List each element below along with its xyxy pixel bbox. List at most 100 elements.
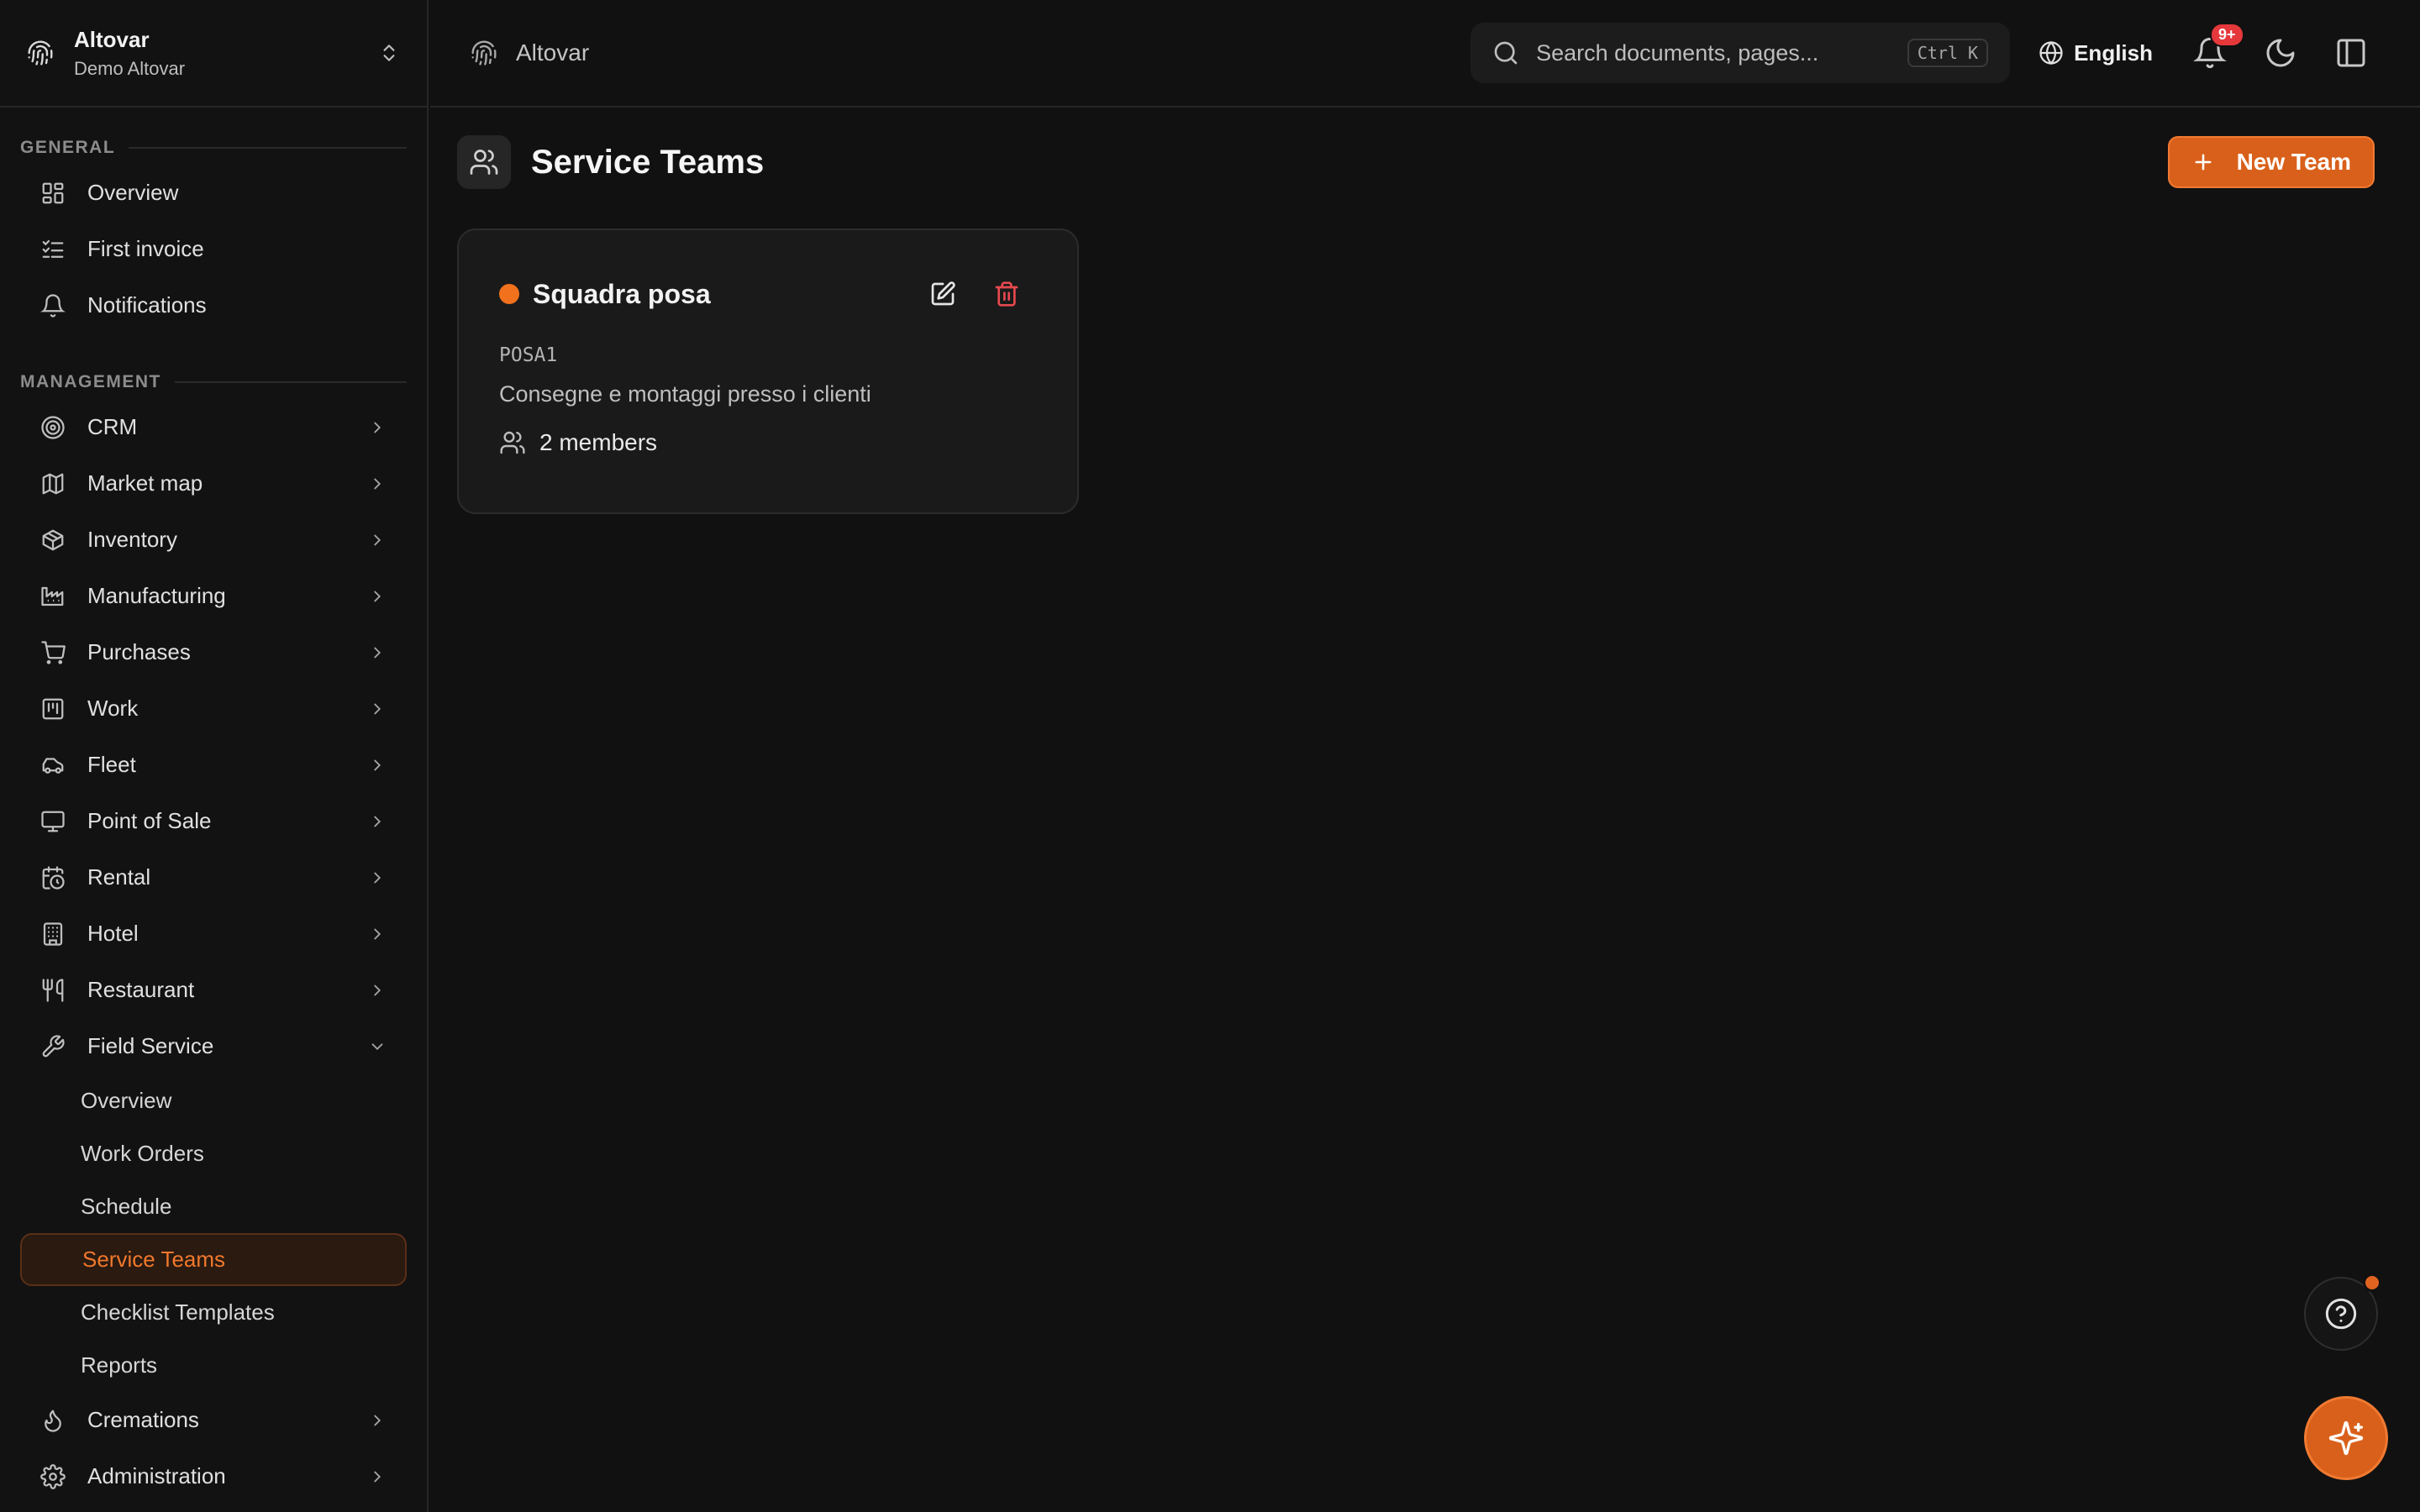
search-box[interactable]: Ctrl K [1470,23,2011,83]
notifications-button[interactable]: 9+ [2193,23,2244,70]
sidebar-item-inventory[interactable]: Inventory [20,512,407,568]
org-name: Altovar [74,26,150,52]
sidebar-item-purchases[interactable]: Purchases [20,624,407,680]
sidebar-item-work[interactable]: Work [20,680,407,737]
kanban-icon [40,696,66,722]
sidebar-item-label: Manufacturing [87,583,226,608]
section-divider [129,147,407,149]
team-code: POSA1 [499,344,558,366]
org-subtitle: Demo Altovar [74,57,186,79]
theme-toggle-button[interactable] [2264,36,2297,70]
sidebar-item-notifications[interactable]: Notifications [20,277,407,333]
utensils-icon [40,978,66,1003]
team-card[interactable]: Squadra posa POSA1 Consegne e montaggi p… [457,228,1079,514]
search-shortcut: Ctrl K [1907,39,1989,67]
sidebar-subitem-service-teams[interactable]: Service Teams [20,1233,407,1286]
sidebar-item-label: Inventory [87,527,177,552]
sidebar-item-cremations[interactable]: Cremations [20,1392,407,1448]
sidebar-item-label: First invoice [87,236,204,261]
cart-icon [40,640,66,665]
trash-icon[interactable] [993,281,1020,307]
sidebar-item-first-invoice[interactable]: First invoice [20,221,407,277]
team-description: Consegne e montaggi presso i clienti [499,381,871,407]
topbar: Altovar Ctrl K English 9+ [430,0,2420,108]
team-members: 2 members [499,429,1037,456]
chevron-right-icon [368,1411,387,1430]
sidebar-item-label: Fleet [87,752,136,777]
sidebar: Altovar Demo Altovar GENERAL Overview Fi… [0,0,429,1512]
checklist-icon [40,237,66,262]
sidebar-item-overview[interactable]: Overview [20,165,407,221]
plus-icon [2191,150,2215,174]
sidebar-item-fleet[interactable]: Fleet [20,737,407,793]
edit-icon[interactable] [929,281,956,307]
sidebar-item-label: Market map [87,470,203,496]
notification-badge: 9+ [2210,23,2244,47]
sidebar-subitem-work-orders[interactable]: Work Orders [20,1127,407,1180]
sidebar-item-label: Point of Sale [87,808,212,833]
search-input[interactable] [1536,39,1907,66]
target-icon [40,415,66,440]
chevron-right-icon [368,1467,387,1486]
flame-icon [40,1408,66,1433]
team-members-count: 2 members [539,429,658,455]
chevron-right-icon [368,756,387,774]
sidebar-item-label: CRM [87,414,138,439]
sidebar-subitem-checklist-templates[interactable]: Checklist Templates [20,1286,407,1339]
dashboard-icon [40,181,66,206]
sidebar-item-point-of-sale[interactable]: Point of Sale [20,793,407,849]
sidebar-panel-icon [2334,36,2368,70]
sidebar-item-label: Restaurant [87,977,195,1002]
sidebar-item-field-service[interactable]: Field Service [20,1018,407,1074]
package-icon [40,528,66,553]
new-team-label: New Team [2236,149,2351,175]
chevron-right-icon [368,475,387,493]
users-icon [499,429,526,456]
sidebar-item-label: Administration [87,1463,226,1488]
team-color-dot [499,284,519,304]
sidebar-item-label: Overview [87,180,179,205]
sidebar-item-market-map[interactable]: Market map [20,455,407,512]
section-general-label: GENERAL [20,138,116,157]
page-header: Service Teams New Team [457,134,2375,190]
breadcrumb[interactable]: Altovar [471,39,589,66]
sidebar-item-administration[interactable]: Administration [20,1448,407,1504]
sidebar-item-crm[interactable]: CRM [20,399,407,455]
calendar-clock-icon [40,865,66,890]
org-switcher[interactable]: Altovar Demo Altovar [0,0,427,108]
chevrons-up-down-icon[interactable] [378,42,400,64]
sidebar-item-restaurant[interactable]: Restaurant [20,962,407,1018]
chevron-right-icon [368,643,387,662]
sidebar-item-label: Rental [87,864,151,890]
new-team-button[interactable]: New Team [2167,136,2375,188]
fingerprint-icon [27,39,54,66]
sidebar-item-label: Work [87,696,139,721]
chevron-right-icon [368,531,387,549]
car-icon [40,753,66,778]
wrench-icon [40,1034,66,1059]
toggle-panel-button[interactable] [2334,36,2368,70]
map-icon [40,471,66,496]
factory-icon [40,584,66,609]
sidebar-item-label: Notifications [87,292,207,318]
sidebar-subitem-reports[interactable]: Reports [20,1339,407,1392]
sidebar-item-rental[interactable]: Rental [20,849,407,906]
chevron-right-icon [368,869,387,887]
sidebar-item-manufacturing[interactable]: Manufacturing [20,568,407,624]
sidebar-item-label: Field Service [87,1033,214,1058]
sidebar-item-label: Purchases [87,639,191,664]
search-icon [1492,39,1519,66]
sparkles-icon [2328,1420,2365,1457]
moon-icon [2264,36,2297,70]
sidebar-subitem-schedule[interactable]: Schedule [20,1180,407,1233]
team-name: Squadra posa [533,278,711,309]
section-divider [174,381,407,383]
language-selector[interactable]: English [2039,40,2153,66]
chevron-right-icon [368,925,387,943]
users-icon [469,147,499,177]
sidebar-subitem-overview[interactable]: Overview [20,1074,407,1127]
ai-assistant-button[interactable] [2304,1396,2388,1480]
sidebar-item-hotel[interactable]: Hotel [20,906,407,962]
page-title: Service Teams [531,143,765,181]
chevron-right-icon [368,587,387,606]
